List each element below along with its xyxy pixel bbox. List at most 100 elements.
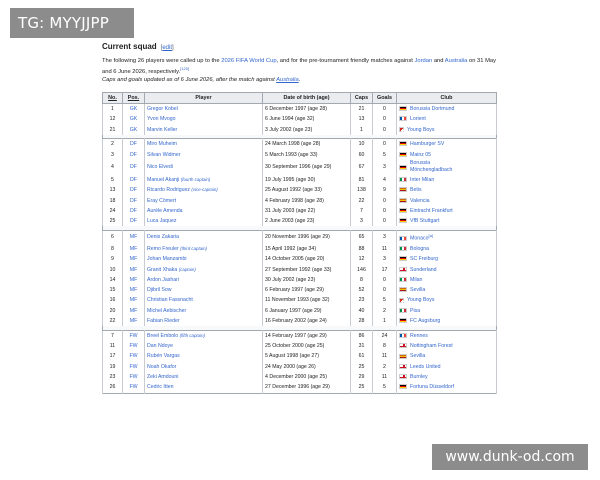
club-link[interactable]: Hamburger SV <box>410 141 444 147</box>
player-position[interactable]: DF <box>122 174 145 186</box>
player-position[interactable]: DF <box>122 185 145 196</box>
club-link[interactable]: Eintracht Frankfurt <box>410 208 453 214</box>
player-link[interactable]: Marvin Keller <box>147 127 177 133</box>
club-link[interactable]: Sevilla <box>410 353 425 359</box>
world-cup-link[interactable]: 2026 FIFA World Cup <box>221 58 276 64</box>
player-position[interactable]: MF <box>122 285 145 296</box>
player-position[interactable]: MF <box>122 254 145 265</box>
club-link[interactable]: Monaco <box>410 236 428 242</box>
player-link[interactable]: Noah Okafor <box>147 364 176 370</box>
header-goals[interactable]: Goals <box>372 91 397 104</box>
player-link[interactable]: Michel Aebischer <box>147 308 186 314</box>
player-link[interactable]: Silvan Widmer <box>147 152 180 158</box>
club-link[interactable]: Rennes <box>410 333 428 339</box>
club-link[interactable]: Young Boys <box>407 127 435 133</box>
player-link[interactable]: Luca Jaquez <box>147 218 176 224</box>
player-link[interactable]: Ardon Jashari <box>147 277 179 283</box>
header-player[interactable]: Player <box>144 91 263 104</box>
player-position[interactable]: MF <box>122 316 145 327</box>
club-link[interactable]: Sevilla <box>410 287 425 293</box>
club-link[interactable]: Young Boys <box>407 297 435 303</box>
captain-role: (third captain) <box>180 245 208 251</box>
australia-link[interactable]: Australia <box>445 58 468 64</box>
table-row: 9 MF Johan Manzambi 14 October 2005 (age 20… <box>102 254 497 265</box>
club-link[interactable]: SC Freiburg <box>410 256 438 262</box>
player-position[interactable]: FW <box>122 341 145 352</box>
player-link[interactable]: Granit Xhaka <box>147 267 177 273</box>
player-position[interactable]: GK <box>122 102 145 115</box>
player-position[interactable]: MF <box>122 229 145 244</box>
player-position[interactable]: FW <box>122 361 145 372</box>
player-link[interactable]: Gregor Kobel <box>147 106 178 112</box>
player-position[interactable]: MF <box>122 243 145 255</box>
club-link[interactable]: VfB Stuttgart <box>410 218 439 224</box>
spain-flag-icon <box>399 353 407 359</box>
club-link[interactable]: Borussia Mönchengladbach <box>410 160 470 174</box>
player-number: 5 <box>102 174 123 186</box>
italy-flag-icon <box>399 276 407 282</box>
player-link[interactable]: Djibril Sow <box>147 287 172 293</box>
player-link[interactable]: Zeki Amdouni <box>147 374 178 380</box>
player-link[interactable]: Breel Embolo <box>147 333 178 339</box>
player-link[interactable]: Christian Fassnacht <box>147 297 193 303</box>
player-position[interactable]: DF <box>122 149 145 160</box>
header-dob[interactable]: Date of birth (age) <box>262 91 351 104</box>
reference-120[interactable]: [120] <box>180 66 189 71</box>
club-link[interactable]: Betis <box>410 187 422 193</box>
club-link[interactable]: FC Augsburg <box>410 318 440 324</box>
player-position[interactable]: DF <box>122 159 145 175</box>
player-link[interactable]: Fabian Rieder <box>147 318 180 324</box>
player-position[interactable]: GK <box>122 114 145 125</box>
club-link[interactable]: Burnley <box>410 374 428 380</box>
player-position[interactable]: MF <box>122 305 145 316</box>
jordan-link[interactable]: Jordan <box>414 58 432 64</box>
club-link[interactable]: Valencia <box>410 198 430 204</box>
club-link[interactable]: Bologna <box>410 246 429 252</box>
player-position[interactable]: MF <box>122 295 145 306</box>
player-link[interactable]: Yvon Mvogo <box>147 116 176 122</box>
header-club[interactable]: Club <box>396 91 497 104</box>
australia-match-link[interactable]: Australia <box>276 77 299 83</box>
player-link[interactable]: Cedric Itten <box>147 384 174 390</box>
club-link[interactable]: Borussia Dortmund <box>410 106 454 112</box>
header-caps[interactable]: Caps <box>350 91 373 104</box>
player-position[interactable]: MF <box>122 264 145 275</box>
player-number: 3 <box>102 149 123 160</box>
header-number[interactable]: No. <box>102 91 123 104</box>
player-link[interactable]: Dan Ndoye <box>147 343 173 349</box>
player-link[interactable]: Manuel Akanji <box>147 177 179 183</box>
club-link[interactable]: Sunderland <box>410 267 437 273</box>
club-link[interactable]: Leeds United <box>410 364 441 370</box>
table-row: 17 FW Rubén Vargas 5 August 1998 (age 27) 61… <box>102 351 497 362</box>
player-link[interactable]: Aurèle Amenda <box>147 208 182 214</box>
player-position[interactable]: FW <box>122 351 145 362</box>
player-link[interactable]: Miro Muheim <box>147 141 177 147</box>
club-link[interactable]: Nottingham Forest <box>410 343 453 349</box>
player-position[interactable]: GK <box>122 124 145 135</box>
header-position[interactable]: Pos. <box>122 91 145 104</box>
player-link[interactable]: Denis Zakaria <box>147 234 179 240</box>
player-link[interactable]: Rubén Vargas <box>147 353 180 359</box>
club-link[interactable]: Pisa <box>410 308 420 314</box>
edit-link[interactable]: edit <box>162 45 172 51</box>
player-position[interactable]: DF <box>122 216 145 227</box>
player-position[interactable]: DF <box>122 205 145 217</box>
player-link[interactable]: Nico Elvedi <box>147 164 173 170</box>
club-link[interactable]: Milan <box>410 277 422 283</box>
player-position[interactable]: FW <box>122 371 145 383</box>
player-link[interactable]: Ricardo Rodriguez <box>147 187 190 193</box>
player-position[interactable]: DF <box>122 138 145 150</box>
player-cell: Johan Manzambi <box>144 254 263 265</box>
club-footnote[interactable]: [a] <box>428 233 432 238</box>
player-position[interactable]: DF <box>122 195 145 206</box>
player-position[interactable]: FW <box>122 329 145 342</box>
player-position[interactable]: FW <box>122 382 145 394</box>
player-link[interactable]: Johan Manzambi <box>147 256 187 262</box>
club-link[interactable]: Fortuna Düsseldorf <box>410 384 454 390</box>
player-link[interactable]: Remo Freuler <box>147 246 179 252</box>
club-link[interactable]: Lorient <box>410 116 426 122</box>
player-link[interactable]: Eray Cömert <box>147 198 176 204</box>
club-link[interactable]: Mainz 05 <box>410 152 431 158</box>
player-position[interactable]: MF <box>122 274 145 286</box>
club-link[interactable]: Inter Milan <box>410 177 434 183</box>
